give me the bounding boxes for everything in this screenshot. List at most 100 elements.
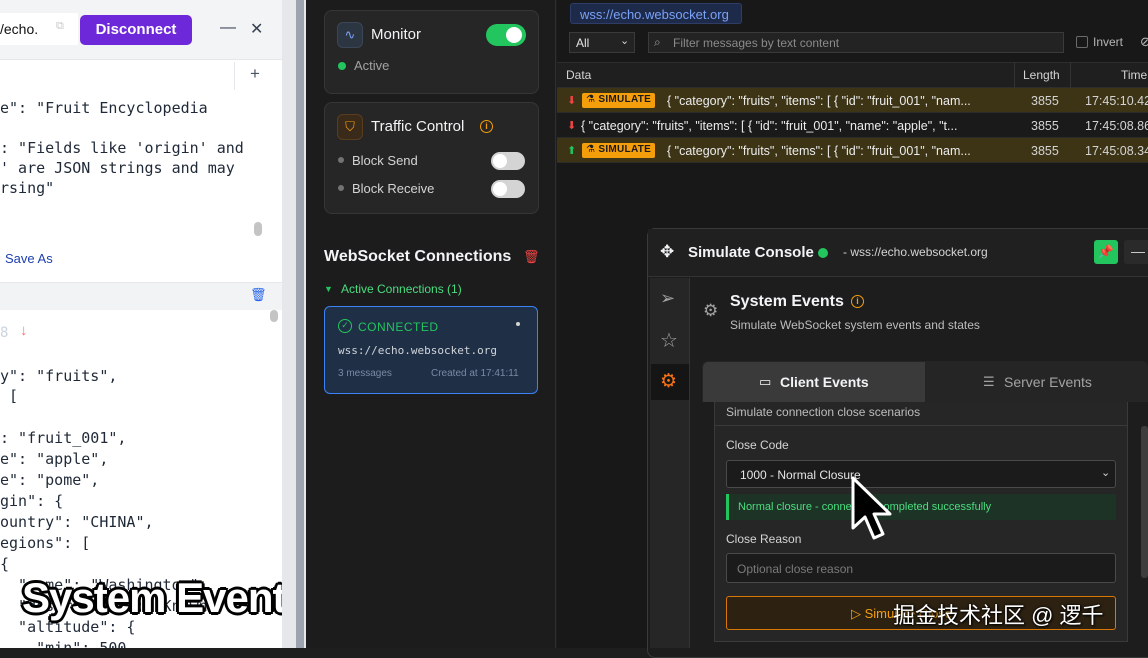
- code-line: [: [0, 387, 19, 405]
- console-minimize-button[interactable]: —: [1124, 240, 1148, 264]
- save-as-button[interactable]: Save As: [5, 251, 53, 266]
- message-time: 17:45:10.42: [1085, 94, 1148, 108]
- tab-server-events[interactable]: Server Events: [1004, 374, 1092, 390]
- minimize-icon[interactable]: —: [220, 19, 236, 39]
- block-send-label: Block Send: [352, 153, 418, 168]
- simulate-badge: ⚗ SIMULATE: [582, 143, 656, 158]
- invert-label: Invert: [1093, 35, 1124, 49]
- column-header-length: Length: [1023, 68, 1060, 82]
- gear-icon[interactable]: ⚙: [660, 370, 677, 393]
- close-reason-label: Close Reason: [726, 532, 802, 546]
- console-url: - wss://echo.websocket.org: [843, 245, 988, 259]
- toggle-knob: [493, 182, 507, 196]
- pin-button[interactable]: 📌: [1094, 240, 1118, 264]
- gear-icon: ⚙: [703, 301, 719, 320]
- traffic-control-title: Traffic Control: [371, 118, 465, 135]
- chevron-down-icon: ⌄: [1101, 467, 1111, 479]
- request-editor-panel: /echo. ⧉ Disconnect — ✕ + e": "Fruit Enc…: [0, 0, 282, 648]
- close-code-label: Close Code: [726, 438, 789, 452]
- bullet: [338, 185, 344, 191]
- scrollbar[interactable]: [254, 222, 262, 236]
- simulate-badge-label: SIMULATE: [598, 94, 652, 105]
- play-icon: ▷: [851, 606, 865, 621]
- code-line: "min": 500,: [0, 639, 136, 648]
- arrow-up-icon: ⬆: [567, 145, 577, 157]
- active-connections-toggle[interactable]: Active Connections (1): [341, 282, 462, 296]
- invert-checkbox[interactable]: [1076, 36, 1088, 48]
- column-header-time: Time: [1121, 68, 1148, 82]
- code-line: rsing": [0, 179, 55, 197]
- arrow-down-icon: ⬇: [567, 120, 577, 132]
- message-length: 3855: [1031, 119, 1059, 133]
- move-icon[interactable]: ✥: [660, 242, 674, 262]
- scrollbar[interactable]: [270, 310, 278, 322]
- code-line: y": "fruits",: [0, 367, 118, 385]
- flask-icon: ⚗: [586, 94, 599, 105]
- response-toolbar: [0, 282, 282, 310]
- console-title: Simulate Console: [688, 244, 814, 261]
- check-circle-icon: ✓: [338, 319, 352, 333]
- code-line: e": "pome",: [0, 471, 100, 489]
- code-line: {: [0, 555, 10, 573]
- close-reason-input[interactable]: Optional close reason: [726, 553, 1116, 583]
- code-line: gin": {: [0, 492, 64, 510]
- monitor-icon: ▭: [759, 374, 772, 389]
- close-code-select[interactable]: 1000 - Normal Closure: [726, 460, 1116, 488]
- close-icon[interactable]: ✕: [250, 19, 264, 39]
- message-length: 3855: [1031, 94, 1059, 108]
- add-tab-button[interactable]: +: [250, 64, 260, 84]
- code-line: e": "apple",: [0, 450, 109, 468]
- menu-dot-icon[interactable]: [516, 322, 520, 326]
- section-subtitle: Simulate WebSocket system events and sta…: [730, 318, 980, 332]
- disconnect-button[interactable]: Disconnect: [80, 15, 192, 45]
- tab-client-events-label[interactable]: Client Events: [780, 374, 869, 390]
- line-number: 8: [0, 325, 9, 341]
- watermark: 掘金技术社区 @ 逻千: [893, 603, 1104, 628]
- flask-icon: ⚗: [586, 144, 599, 155]
- copy-icon[interactable]: ⧉: [56, 20, 70, 34]
- send-icon[interactable]: ➢: [660, 288, 675, 309]
- message-time: 17:45:08.86: [1085, 119, 1148, 133]
- arrow-down-icon: ↓: [20, 322, 28, 339]
- simulate-badge: ⚗ SIMULATE: [582, 93, 656, 108]
- message-time: 17:45:08.34: [1085, 144, 1148, 158]
- filter-input[interactable]: Filter messages by text content: [648, 32, 1064, 53]
- form-description: Simulate connection close scenarios: [726, 405, 921, 419]
- bullet: [338, 157, 344, 163]
- arrow-down-icon: ⬇: [567, 95, 577, 107]
- divider: [234, 62, 235, 90]
- monitor-status: Active: [354, 58, 390, 73]
- toggle-knob: [506, 27, 522, 43]
- code-line: ' are JSON strings and may: [0, 159, 235, 177]
- connections-title: WebSocket Connections: [324, 248, 512, 265]
- resize-handle[interactable]: [296, 0, 304, 648]
- status-dot: [818, 248, 828, 258]
- code-line: : "fruit_001",: [0, 429, 127, 447]
- divider: [715, 425, 1127, 426]
- message-length: 3855: [1031, 144, 1059, 158]
- message-data: { "category": "fruits", "items": [ { "id…: [667, 144, 971, 158]
- search-icon: ⌕: [654, 35, 661, 49]
- pin-icon: 📌: [1097, 244, 1115, 259]
- message-count: 3 messages: [338, 368, 392, 379]
- created-time: Created at 17:41:11: [431, 368, 519, 379]
- video-caption: System Event: [22, 574, 282, 621]
- message-data: { "category": "fruits", "items": [ { "id…: [667, 94, 971, 108]
- trash-icon[interactable]: 🗑: [250, 287, 267, 303]
- activity-icon: ∿: [337, 22, 363, 48]
- block-receive-label: Block Receive: [352, 181, 435, 196]
- status-dot: [338, 62, 346, 70]
- info-icon[interactable]: i: [851, 295, 864, 308]
- star-icon[interactable]: ☆: [660, 328, 678, 353]
- clear-icon[interactable]: ⊘: [1140, 34, 1148, 50]
- url-badge: wss://echo.websocket.org: [570, 3, 742, 24]
- message-data: { "category": "fruits", "items": [ { "id…: [581, 119, 958, 133]
- expand-triangle-icon[interactable]: ▼: [324, 284, 333, 294]
- code-line: ountry": "CHINA",: [0, 513, 154, 531]
- info-icon[interactable]: i: [480, 120, 493, 133]
- mouse-cursor-icon: [851, 476, 892, 540]
- simulate-badge-label: SIMULATE: [598, 144, 652, 155]
- section-title: System Events: [730, 293, 844, 310]
- trash-icon[interactable]: 🗑: [523, 249, 540, 265]
- scrollbar[interactable]: [1141, 426, 1148, 578]
